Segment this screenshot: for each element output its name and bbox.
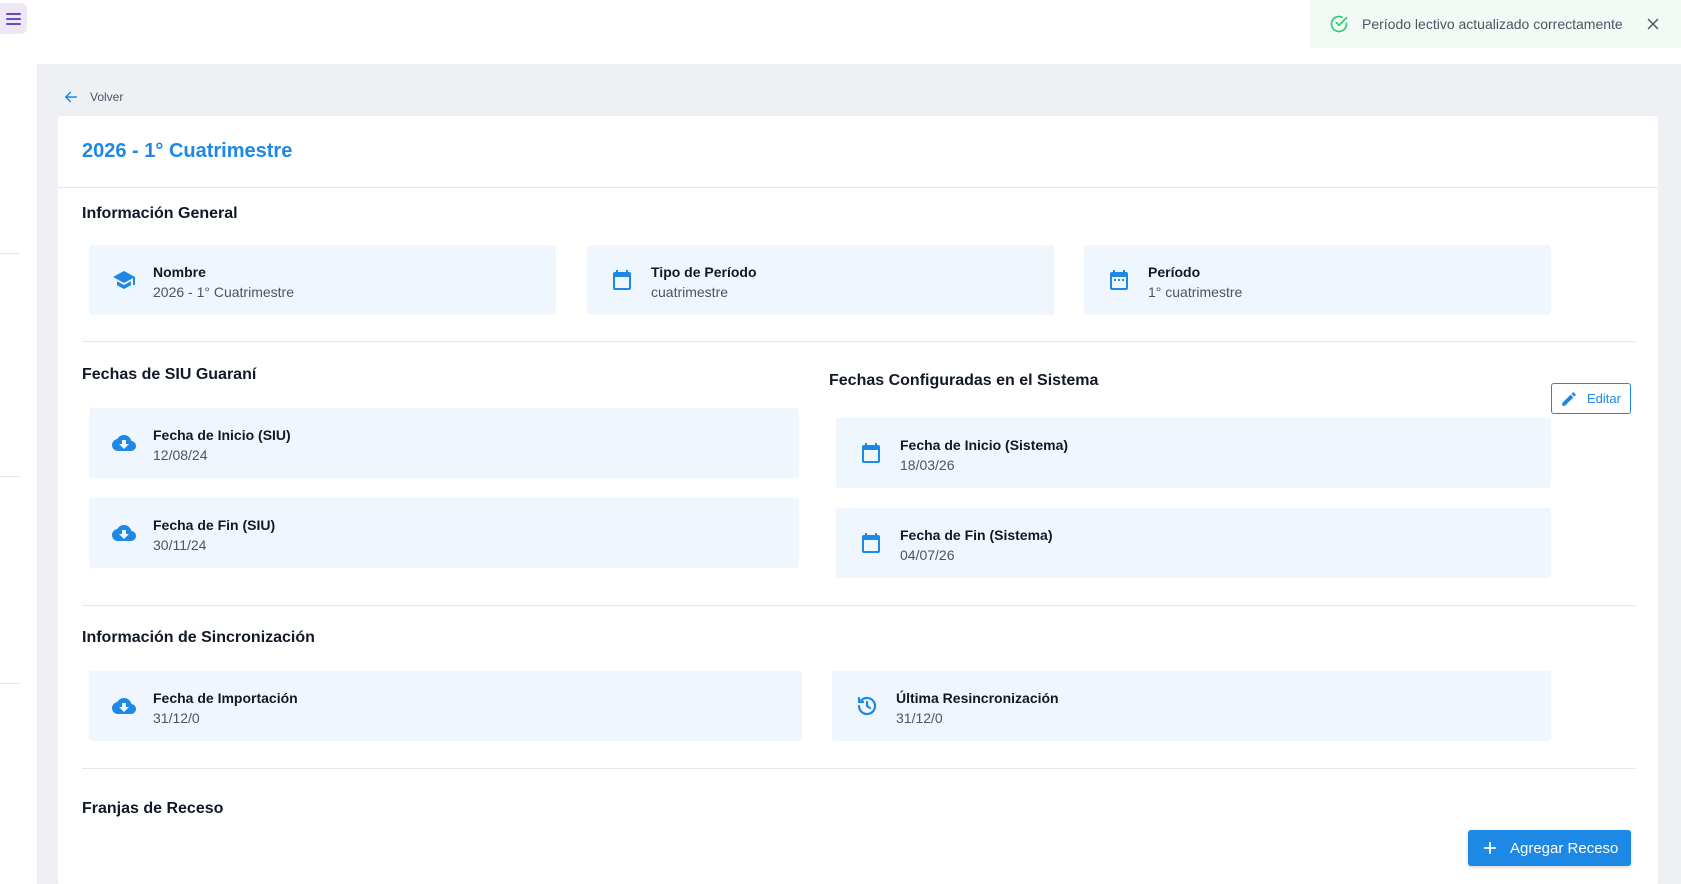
info-value: cuatrimestre	[651, 284, 729, 300]
calendar-icon	[862, 533, 880, 553]
info-box-tipo-periodo: Tipo de Período cuatrimestre	[587, 245, 1054, 315]
success-toast: Período lectivo actualizado correctament…	[1310, 0, 1681, 48]
section-divider	[82, 768, 1635, 769]
siu-section-title: Fechas de SIU Guaraní	[82, 366, 257, 383]
pencil-icon	[1562, 391, 1576, 406]
info-box-periodo: Período 1° cuatrimestre	[1084, 245, 1551, 315]
sidebar-divider	[0, 683, 20, 684]
cloud-download-icon	[112, 435, 136, 451]
back-label: Volver	[90, 90, 124, 104]
info-value: 31/12/0	[153, 710, 200, 726]
toast-message: Período lectivo actualizado correctament…	[1362, 16, 1623, 32]
info-box-siu-fin: Fecha de Fin (SIU) 30/11/24	[89, 498, 799, 568]
edit-label: Editar	[1587, 391, 1621, 406]
page-title: 2026 - 1° Cuatrimestre	[82, 140, 293, 162]
calendar-icon	[862, 443, 880, 463]
info-box-nombre: Nombre 2026 - 1° Cuatrimestre	[89, 245, 556, 315]
section-divider	[82, 341, 1635, 342]
graduation-cap-icon	[113, 271, 135, 289]
info-value: 18/03/26	[900, 457, 955, 473]
info-label: Fecha de Importación	[153, 690, 298, 706]
plus-icon	[1483, 841, 1497, 855]
info-label: Nombre	[153, 264, 206, 280]
add-break-label: Agregar Receso	[1510, 839, 1619, 857]
cloud-download-icon	[112, 698, 136, 714]
menu-button[interactable]	[0, 3, 27, 34]
check-circle-icon	[1330, 15, 1348, 33]
info-value: 1° cuatrimestre	[1148, 284, 1243, 300]
sync-section-title: Información de Sincronización	[82, 629, 315, 646]
hamburger-menu-icon	[6, 10, 21, 28]
calendar-icon	[613, 270, 631, 290]
info-value: 30/11/24	[153, 537, 207, 553]
info-label: Fecha de Fin (Sistema)	[900, 527, 1053, 543]
info-label: Período	[1148, 264, 1201, 280]
history-icon	[857, 696, 877, 716]
info-value: 31/12/0	[896, 710, 943, 726]
cloud-download-icon	[112, 525, 136, 541]
title-divider	[58, 187, 1658, 188]
back-link[interactable]: Volver	[62, 88, 123, 106]
calendar-grid-icon	[1110, 270, 1128, 290]
info-value: 2026 - 1° Cuatrimestre	[153, 284, 294, 300]
arrow-left-icon	[65, 91, 77, 103]
info-label: Fecha de Inicio (SIU)	[153, 427, 291, 443]
edit-button[interactable]: Editar	[1551, 383, 1631, 414]
info-box-siu-inicio: Fecha de Inicio (SIU) 12/08/24	[89, 408, 799, 478]
info-box-sistema-inicio: Fecha de Inicio (Sistema) 18/03/26	[836, 418, 1551, 488]
info-label: Última Resincronización	[896, 690, 1059, 706]
info-box-resincronizacion: Última Resincronización 31/12/0	[832, 671, 1551, 741]
info-box-sistema-fin: Fecha de Fin (Sistema) 04/07/26	[836, 508, 1551, 578]
system-section-title: Fechas Configuradas en el Sistema	[829, 372, 1099, 389]
info-label: Tipo de Período	[651, 264, 757, 280]
info-label: Fecha de Fin (SIU)	[153, 517, 276, 533]
info-value: 12/08/24	[153, 447, 208, 463]
breaks-section-title: Franjas de Receso	[82, 800, 224, 817]
sidebar-divider	[0, 253, 20, 254]
general-section-title: Información General	[82, 205, 238, 222]
info-label: Fecha de Inicio (Sistema)	[900, 437, 1069, 453]
info-box-importacion: Fecha de Importación 31/12/0	[89, 671, 802, 741]
sidebar-divider	[0, 476, 20, 477]
add-break-button[interactable]: Agregar Receso	[1468, 830, 1631, 866]
section-divider	[82, 605, 1635, 606]
info-value: 04/07/26	[900, 547, 955, 563]
close-icon[interactable]	[1644, 15, 1662, 33]
